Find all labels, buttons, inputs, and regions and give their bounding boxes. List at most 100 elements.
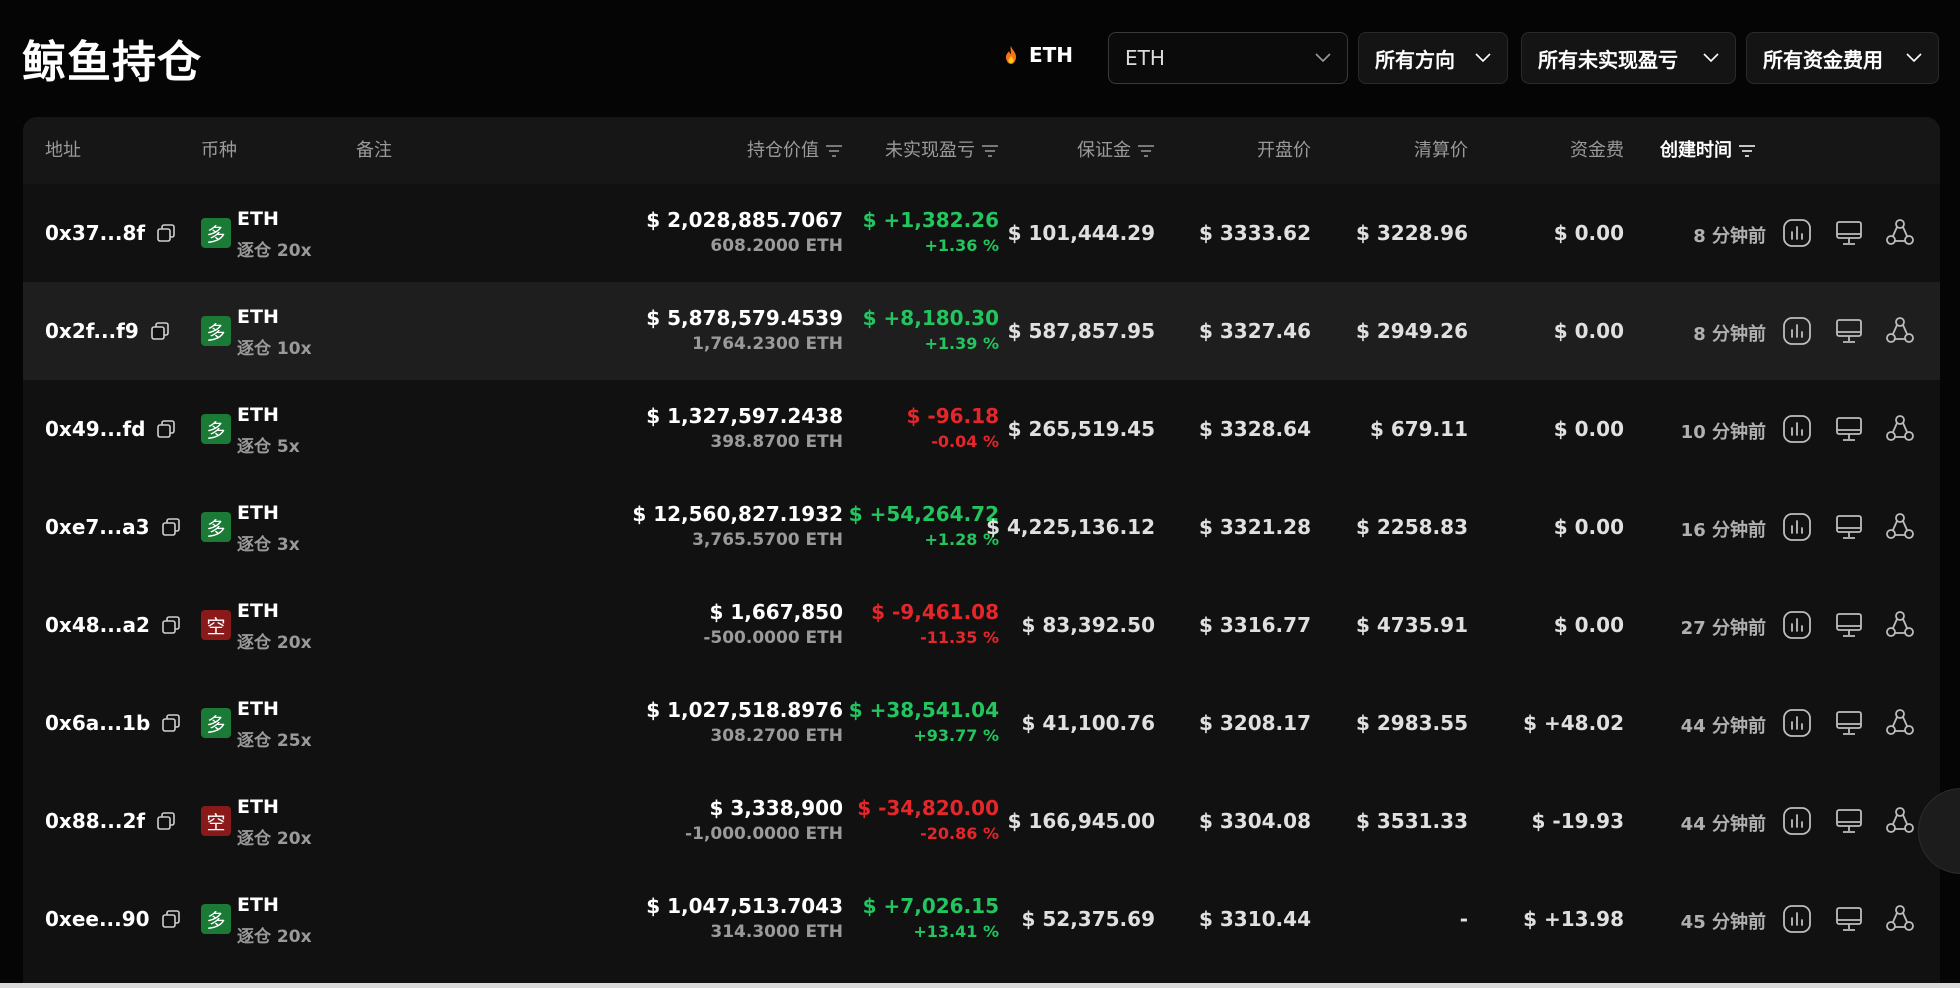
unrealized-pnl-percent: -11.35 % (920, 628, 999, 647)
address-text[interactable]: 0xee...90 (45, 907, 150, 931)
position-quantity: 398.8700 ETH (710, 432, 843, 452)
chart-icon[interactable] (1781, 413, 1813, 445)
unrealized-pnl-percent: +93.77 % (913, 726, 999, 745)
chart-icon[interactable] (1781, 903, 1813, 935)
liquidation-price: $ 2258.83 (1356, 515, 1468, 539)
monitor-icon[interactable] (1833, 903, 1865, 935)
network-icon[interactable] (1884, 805, 1916, 837)
table-row[interactable]: 0x2f...f9 多 ETH 逐仓 10x $ 5,878,579.4539 1,764… (23, 282, 1940, 380)
address-cell[interactable]: 0x48...a2 (45, 613, 182, 637)
funding-filter-label: 所有资金费用 (1763, 47, 1883, 72)
margin-value: $ 265,519.45 (1007, 417, 1155, 441)
hot-symbol[interactable]: ETH (1003, 43, 1073, 67)
address-text[interactable]: 0x48...a2 (45, 613, 150, 637)
position-value: $ 1,027,518.8976 (646, 698, 843, 722)
network-icon[interactable] (1884, 511, 1916, 543)
monitor-icon[interactable] (1833, 217, 1865, 249)
pnl-filter-label: 所有未实现盈亏 (1538, 47, 1678, 72)
bottom-scroll-edge (0, 983, 1960, 988)
created-time: 44 分钟前 (1680, 814, 1766, 835)
monitor-icon[interactable] (1833, 707, 1865, 739)
address-cell[interactable]: 0x49...fd (45, 417, 177, 441)
sort-icon (1739, 145, 1755, 157)
address-cell[interactable]: 0x37...8f (45, 221, 177, 245)
address-text[interactable]: 0x88...2f (45, 809, 145, 833)
address-text[interactable]: 0x2f...f9 (45, 319, 139, 343)
leverage-label: 逐仓 20x (237, 241, 312, 261)
copy-icon[interactable] (155, 222, 177, 244)
created-time: 8 分钟前 (1693, 324, 1766, 345)
column-margin[interactable]: 保证金 (1077, 117, 1155, 184)
chart-icon[interactable] (1781, 707, 1813, 739)
chart-icon[interactable] (1781, 315, 1813, 347)
chart-icon[interactable] (1781, 805, 1813, 837)
address-cell[interactable]: 0x2f...f9 (45, 319, 171, 343)
address-text[interactable]: 0xe7...a3 (45, 515, 150, 539)
chart-icon[interactable] (1781, 511, 1813, 543)
position-value: $ 1,667,850 (709, 600, 844, 624)
address-cell[interactable]: 0x6a...1b (45, 711, 182, 735)
chart-icon[interactable] (1781, 609, 1813, 641)
funding-filter[interactable]: 所有资金费用 (1746, 32, 1939, 84)
margin-value: $ 587,857.95 (1007, 319, 1155, 343)
margin-value: $ 166,945.00 (1007, 809, 1155, 833)
address-cell[interactable]: 0xee...90 (45, 907, 182, 931)
network-icon[interactable] (1884, 707, 1916, 739)
monitor-icon[interactable] (1833, 511, 1865, 543)
copy-icon[interactable] (155, 418, 177, 440)
address-cell[interactable]: 0xe7...a3 (45, 515, 182, 539)
position-quantity: -1,000.0000 ETH (685, 824, 843, 844)
monitor-icon[interactable] (1833, 609, 1865, 641)
column-funding: 资金费 (1570, 140, 1624, 161)
column-created-time[interactable]: 创建时间 (1660, 117, 1756, 184)
unrealized-pnl: $ +38,541.04 (848, 698, 999, 722)
unrealized-pnl-percent: +1.36 % (924, 236, 999, 255)
table-row[interactable]: 0x6a...1b 多 ETH 逐仓 25x $ 1,027,518.8976 308.2… (23, 674, 1940, 772)
column-address: 地址 (45, 140, 81, 161)
address-text[interactable]: 0x49...fd (45, 417, 145, 441)
network-icon[interactable] (1884, 903, 1916, 935)
copy-icon[interactable] (160, 516, 182, 538)
copy-icon[interactable] (160, 908, 182, 930)
table-row[interactable]: 0x88...2f 空 ETH 逐仓 20x $ 3,338,900 -1,000.000… (23, 772, 1940, 870)
chevron-down-icon (1906, 53, 1922, 63)
table-row[interactable]: 0x48...a2 空 ETH 逐仓 20x $ 1,667,850 -500.0000 … (23, 576, 1940, 674)
table-row[interactable]: 0xe7...a3 多 ETH 逐仓 3x $ 12,560,827.1932 3,765… (23, 478, 1940, 576)
open-price: $ 3304.08 (1199, 809, 1311, 833)
address-text[interactable]: 0x6a...1b (45, 711, 150, 735)
coin-symbol: ETH (237, 698, 279, 720)
position-value: $ 3,338,900 (709, 796, 844, 820)
column-unrealized-pnl[interactable]: 未实现盈亏 (885, 117, 999, 184)
table-row[interactable]: 0x37...8f 多 ETH 逐仓 20x $ 2,028,885.7067 608.2… (23, 184, 1940, 282)
table-row[interactable]: 0x49...fd 多 ETH 逐仓 5x $ 1,327,597.2438 398.87… (23, 380, 1940, 478)
column-note: 备注 (356, 140, 392, 161)
monitor-icon[interactable] (1833, 805, 1865, 837)
copy-icon[interactable] (155, 810, 177, 832)
side-badge: 空 (201, 806, 231, 836)
coin-select[interactable]: ETH (1108, 32, 1348, 84)
network-icon[interactable] (1884, 315, 1916, 347)
chart-icon[interactable] (1781, 217, 1813, 249)
table-row[interactable]: 0xee...90 多 ETH 逐仓 20x $ 1,047,513.7043 314.3… (23, 870, 1940, 968)
open-price: $ 3316.77 (1199, 613, 1311, 637)
created-time: 44 分钟前 (1680, 716, 1766, 737)
monitor-icon[interactable] (1833, 315, 1865, 347)
copy-icon[interactable] (160, 614, 182, 636)
unrealized-pnl: $ +8,180.30 (862, 306, 999, 330)
monitor-icon[interactable] (1833, 413, 1865, 445)
network-icon[interactable] (1884, 609, 1916, 641)
side-badge: 多 (201, 512, 231, 542)
direction-filter[interactable]: 所有方向 (1358, 32, 1508, 84)
copy-icon[interactable] (160, 712, 182, 734)
coin-select-value: ETH (1125, 46, 1165, 70)
table-header: 地址 币种 备注 持仓价值 未实现盈亏 保证金 开盘价 清算价 资金费 创建时间 (23, 117, 1940, 184)
address-cell[interactable]: 0x88...2f (45, 809, 177, 833)
column-position-value[interactable]: 持仓价值 (747, 117, 843, 184)
pnl-filter[interactable]: 所有未实现盈亏 (1521, 32, 1736, 84)
network-icon[interactable] (1884, 413, 1916, 445)
copy-icon[interactable] (149, 320, 171, 342)
network-icon[interactable] (1884, 217, 1916, 249)
created-time: 10 分钟前 (1680, 422, 1766, 443)
open-price: $ 3333.62 (1199, 221, 1311, 245)
address-text[interactable]: 0x37...8f (45, 221, 145, 245)
